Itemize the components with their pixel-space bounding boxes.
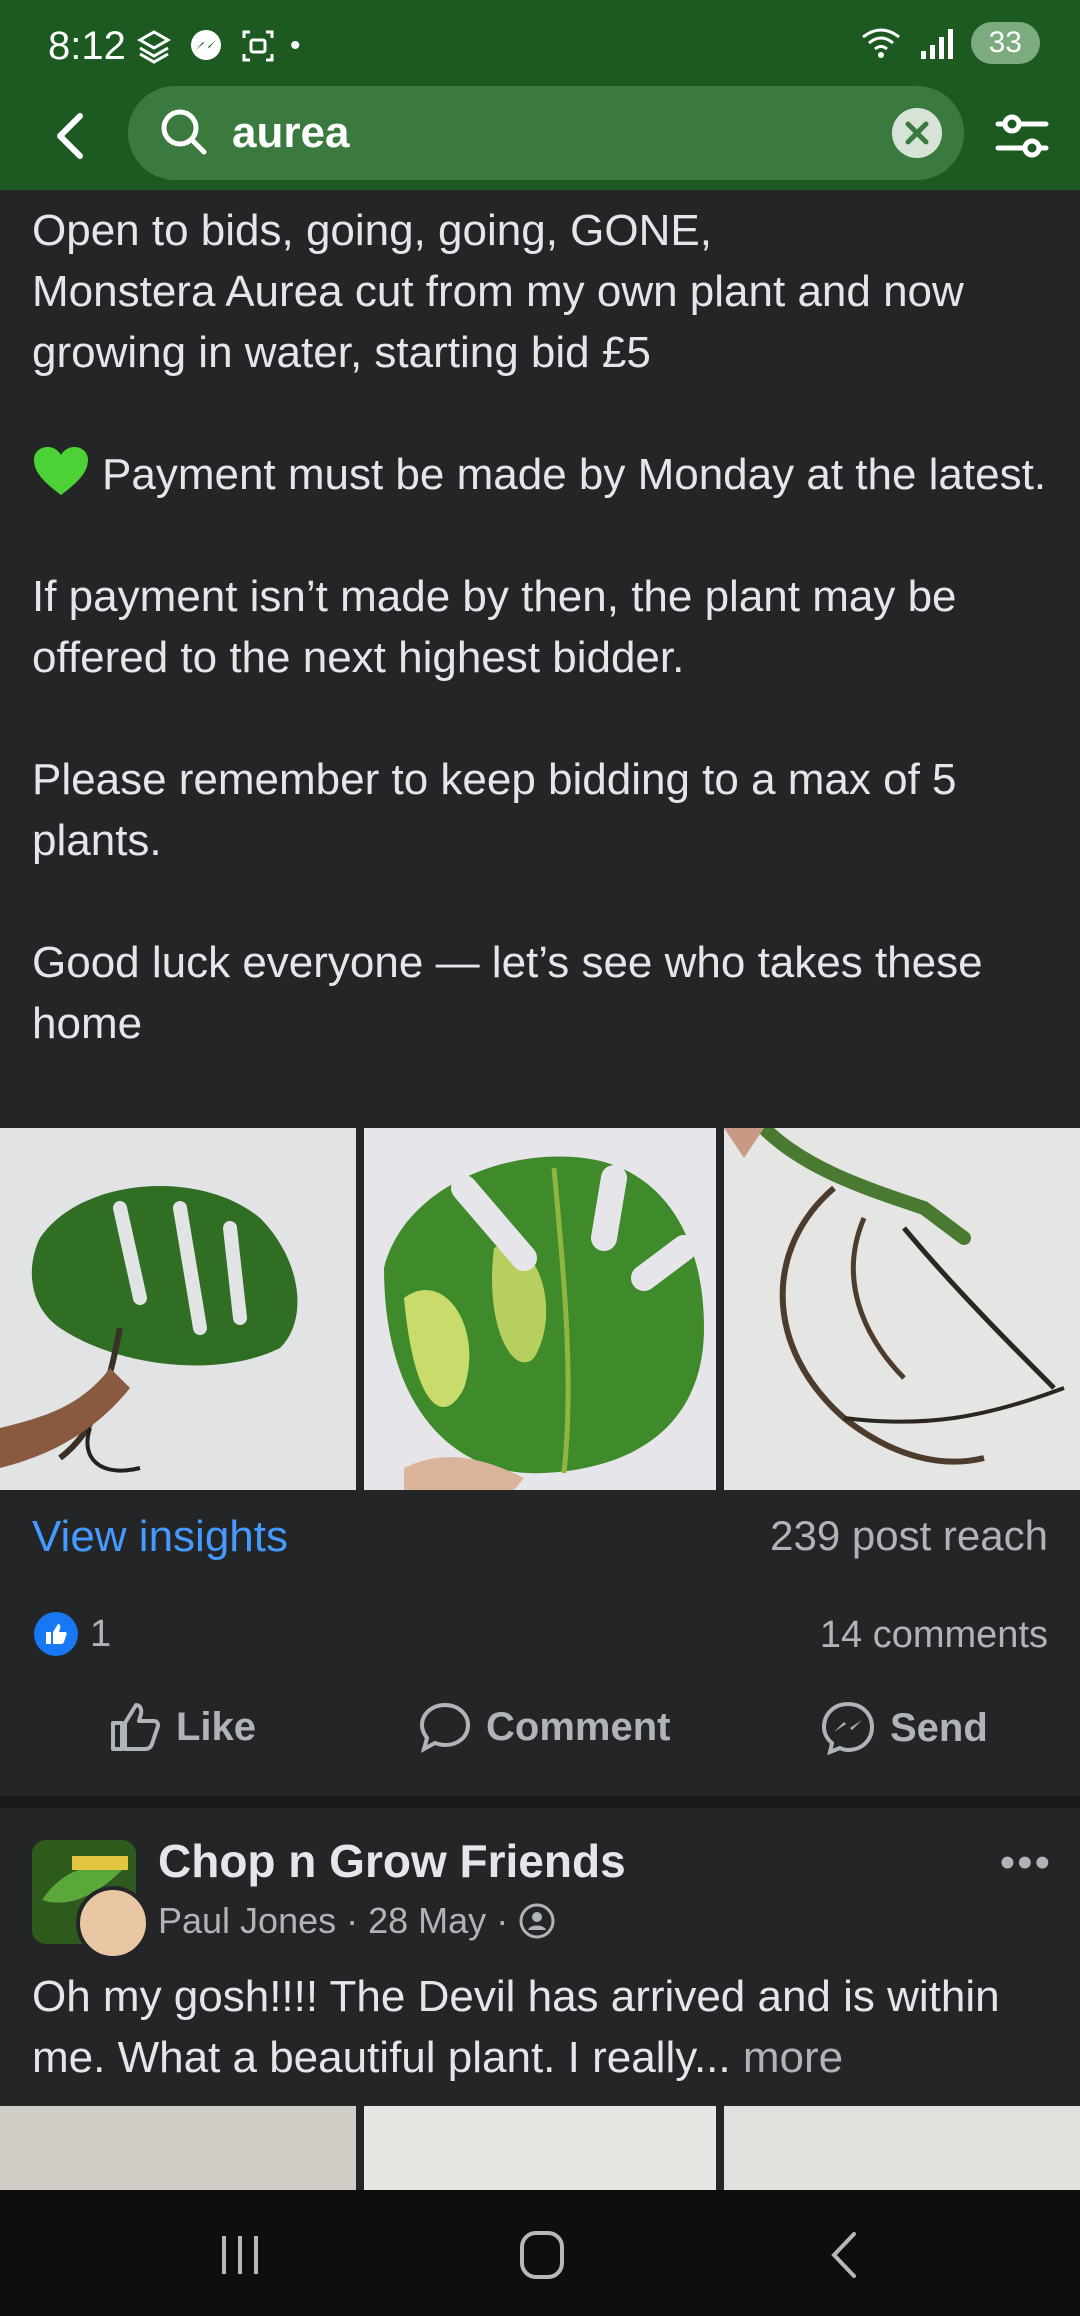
audience-members-icon <box>519 1903 555 1939</box>
search-input[interactable]: aurea <box>128 86 964 180</box>
leaf-image <box>384 1156 704 1490</box>
post-body: Oh my gosh!!!! The Devil has arrived and… <box>32 1966 1052 2088</box>
back-nav-icon[interactable] <box>816 2228 876 2282</box>
send-button[interactable]: Send <box>820 1700 988 1756</box>
photo-monstera-roots[interactable] <box>724 1128 1080 1490</box>
battery-indicator: 33 <box>970 22 1040 64</box>
home-icon[interactable] <box>512 2228 572 2282</box>
comment-icon <box>419 1702 471 1754</box>
comment-count[interactable]: 14 comments <box>820 1614 1048 1657</box>
meta-separator: · <box>346 1900 359 1941</box>
see-more-link[interactable]: more <box>743 2033 843 2082</box>
post-paragraph: Good luck everyone — let’s see who takes… <box>32 938 983 1048</box>
feed-divider <box>0 1796 1080 1808</box>
view-insights-link[interactable]: View insights <box>32 1512 288 1562</box>
leaf-image <box>0 1185 298 1473</box>
post-photo-grid <box>0 1128 1080 1490</box>
system-nav-bar <box>0 2190 1080 2316</box>
green-heart-icon <box>34 447 88 495</box>
post-date[interactable]: 28 May <box>368 1900 486 1942</box>
recent-apps-icon[interactable] <box>210 2228 270 2282</box>
post-paragraph: Please remember to keep bidding to a max… <box>32 755 957 865</box>
post-meta: Paul Jones · 28 May · <box>158 1900 556 1942</box>
group-name[interactable]: Chop n Grow Friends <box>158 1834 626 1888</box>
roots-image <box>724 1128 1065 1465</box>
like-count: 1 <box>90 1612 112 1655</box>
like-reaction-icon <box>34 1612 78 1656</box>
meta-separator: · <box>496 1900 509 1941</box>
post-paragraph-payment: Payment must be made by Monday at the la… <box>32 444 1052 505</box>
post-photo[interactable] <box>724 2106 1080 2190</box>
photo-monstera-leaf-2[interactable] <box>364 1128 716 1490</box>
status-time: 8:12 <box>48 24 126 68</box>
screenshot-icon <box>242 30 274 62</box>
post-body: Open to bids, going, going, GONE, Monste… <box>32 200 1052 1054</box>
search-query: aurea <box>232 108 350 157</box>
post-paragraph: Open to bids, going, going, GONE, Monste… <box>32 206 964 377</box>
post-photo-grid <box>0 2106 1080 2190</box>
messenger-send-icon <box>821 1701 875 1756</box>
wifi-icon <box>861 28 900 58</box>
author-name[interactable]: Paul Jones <box>158 1900 336 1942</box>
messenger-icon <box>191 30 221 60</box>
system-icons: 33 <box>859 22 1040 64</box>
more-options-icon[interactable]: ••• <box>1000 1838 1052 1888</box>
post-photo[interactable] <box>0 2106 356 2190</box>
post-actions: Like Comment Send <box>0 1700 1080 1780</box>
dot-icon: • <box>290 29 301 62</box>
clear-search-icon[interactable] <box>892 108 942 158</box>
notification-icons: • <box>134 26 301 66</box>
search-icon <box>161 109 207 155</box>
like-button[interactable]: Like <box>108 1700 256 1754</box>
post-header: Chop n Grow Friends Paul Jones · 28 May … <box>32 1835 1052 1960</box>
post-photo[interactable] <box>364 2106 716 2190</box>
signal-icon <box>920 29 953 59</box>
status-bar: 8:12 • 33 <box>0 0 1080 82</box>
thumbs-up-icon <box>111 1703 160 1751</box>
filter-icon[interactable] <box>992 106 1052 166</box>
photo-monstera-leaf-1[interactable] <box>0 1128 356 1490</box>
search-header: aurea <box>0 82 1080 190</box>
post-text: Oh my gosh!!!! The Devil has arrived and… <box>32 1972 1000 2082</box>
author-avatar[interactable] <box>76 1886 150 1960</box>
reaction-summary[interactable]: 1 <box>34 1612 111 1656</box>
post-paragraph: If payment isn’t made by then, the plant… <box>32 572 957 682</box>
comment-button[interactable]: Comment <box>418 1700 670 1754</box>
back-arrow-icon[interactable] <box>40 104 104 168</box>
post-reach: 239 post reach <box>770 1512 1048 1559</box>
stack-icon <box>136 30 172 64</box>
